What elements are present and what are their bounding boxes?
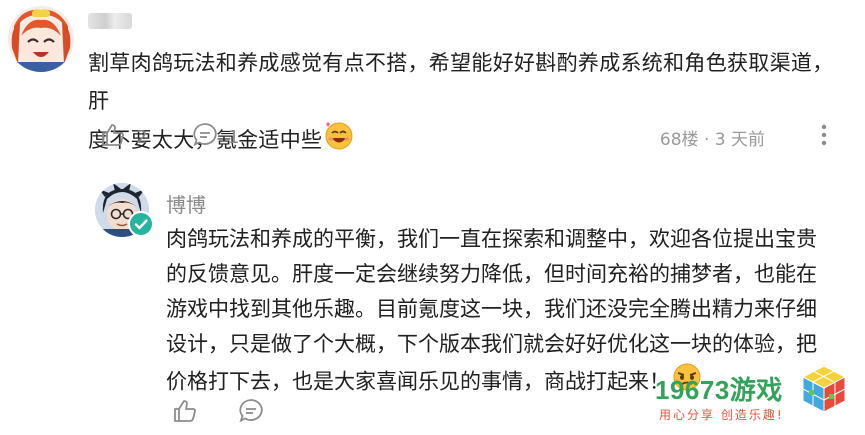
thumbs-up-icon xyxy=(100,122,126,153)
reply-author-name[interactable]: 博博 xyxy=(166,189,206,218)
more-vertical-icon xyxy=(819,124,829,152)
commenter-avatar[interactable] xyxy=(8,6,74,72)
like-button[interactable]: 2 xyxy=(100,122,147,153)
site-watermark: 19673游戏 用心分享 创造乐趣! xyxy=(655,362,855,428)
comment-text-line1: 割草肉鸽玩法和养成感觉有点不搭，希望能好好斟酌养成系统和角色获取渠道，肝 xyxy=(88,51,834,113)
thumbs-up-icon xyxy=(172,398,198,429)
like-count: 2 xyxy=(136,127,148,148)
watermark-tagline: 用心分享 创造乐趣! xyxy=(659,408,784,422)
reply-reply-button[interactable] xyxy=(238,398,264,429)
commenter-username-blurred[interactable] xyxy=(88,13,132,29)
reply-count: 1 xyxy=(228,127,240,148)
grin-emoji-icon xyxy=(324,120,354,162)
watermark-title: 19673游戏 xyxy=(655,375,783,405)
comment-bubble-icon xyxy=(238,398,264,429)
comment-bubble-icon xyxy=(192,122,218,153)
rubik-cube-logo-icon xyxy=(801,364,847,418)
reply-button[interactable]: 1 xyxy=(192,122,239,153)
verified-badge-icon xyxy=(128,211,154,237)
more-options-button[interactable] xyxy=(819,122,829,152)
reply-like-button[interactable] xyxy=(172,398,198,429)
comment-meta: 68楼 · 3 天前 xyxy=(659,130,765,150)
